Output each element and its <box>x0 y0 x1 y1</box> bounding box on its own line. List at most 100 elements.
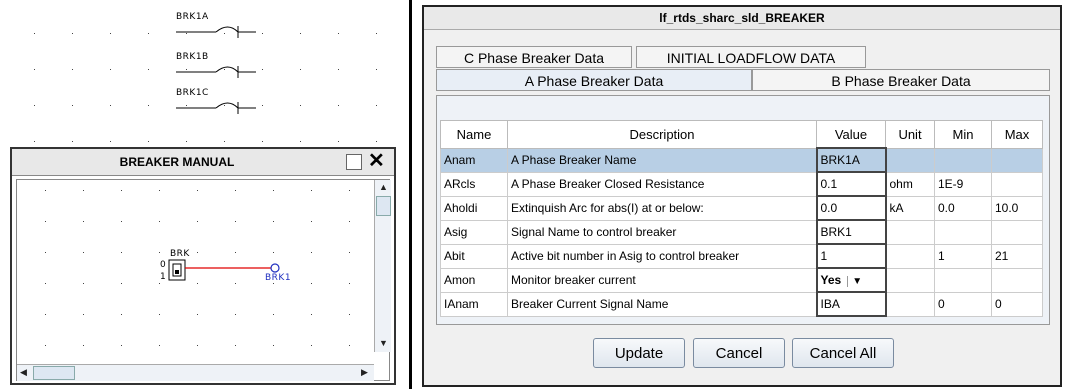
table-row[interactable]: ARcls A Phase Breaker Closed Resistance … <box>440 171 1043 197</box>
breaker-symbol-c[interactable] <box>176 98 256 114</box>
grid-dot <box>159 221 160 222</box>
col-description: Description <box>507 120 817 149</box>
grid-dot <box>235 190 236 191</box>
param-min: 0.0 <box>934 195 992 221</box>
scroll-up-icon[interactable]: ▲ <box>379 182 388 192</box>
grid-dot <box>235 252 236 253</box>
switch-state-0: 0 <box>160 260 167 270</box>
param-unit: kA <box>885 195 935 221</box>
param-name: IAnam <box>440 291 508 317</box>
param-unit <box>885 291 935 317</box>
col-name: Name <box>440 120 508 149</box>
grid-dot <box>72 141 73 142</box>
breaker-symbol-a[interactable] <box>176 22 256 38</box>
scroll-right-icon[interactable]: ▶ <box>361 367 368 378</box>
grid-dot <box>45 252 46 253</box>
param-value-input[interactable]: IBA <box>815 291 887 317</box>
param-max <box>991 267 1043 293</box>
param-name: Aholdi <box>440 195 508 221</box>
grid-dot <box>311 283 312 284</box>
update-button[interactable]: Update <box>593 338 685 368</box>
table-row[interactable]: Asig Signal Name to control breaker BRK1 <box>440 219 1043 245</box>
param-unit <box>885 147 935 173</box>
table-row[interactable]: Aholdi Extinquish Arc for abs(I) at or b… <box>440 195 1043 221</box>
param-value-input[interactable]: BRK1 <box>815 219 887 245</box>
monitor-dropdown[interactable]: Yes ▼ <box>815 267 887 293</box>
tab-b-phase[interactable]: B Phase Breaker Data <box>752 69 1050 91</box>
maximize-icon[interactable] <box>346 154 362 170</box>
tab-a-phase[interactable]: A Phase Breaker Data <box>436 69 752 91</box>
param-name: Anam <box>440 147 508 173</box>
grid-dot <box>83 314 84 315</box>
param-description: Active bit number in Asig to control bre… <box>507 243 817 269</box>
tab-panel: Name Description Value Unit Min Max Anam… <box>436 95 1050 325</box>
grid-dot <box>311 221 312 222</box>
grid-dot <box>311 190 312 191</box>
table-row[interactable]: Abit Active bit number in Asig to contro… <box>440 243 1043 269</box>
vertical-scrollbar[interactable]: ▲ ▼ <box>374 180 391 352</box>
param-unit: ohm <box>885 171 935 197</box>
manual-canvas[interactable]: BRK 0 1 BRK1 ▲ ▼ ◀ ▶ <box>16 179 391 381</box>
grid-dot <box>34 33 35 34</box>
param-min <box>934 147 992 173</box>
grid-dot <box>45 283 46 284</box>
col-value: Value <box>816 120 886 149</box>
tab-c-phase[interactable]: C Phase Breaker Data <box>436 46 632 68</box>
manual-titlebar[interactable]: BREAKER MANUAL ✕ <box>12 149 394 176</box>
grid-dot <box>121 190 122 191</box>
param-name: Amon <box>440 267 508 293</box>
cancel-all-button[interactable]: Cancel All <box>792 338 894 368</box>
grid-dot <box>34 69 35 70</box>
signal-label: BRK1 <box>265 273 292 283</box>
close-icon[interactable]: ✕ <box>368 150 385 172</box>
grid-dot <box>34 105 35 106</box>
grid-dot <box>235 314 236 315</box>
grid-dot <box>338 33 339 34</box>
grid-dot <box>72 69 73 70</box>
grid-dot <box>235 345 236 346</box>
grid-dot <box>45 221 46 222</box>
tab-initial-loadflow[interactable]: INITIAL LOADFLOW DATA <box>636 46 866 68</box>
vertical-thumb[interactable] <box>376 196 391 216</box>
param-value-input[interactable]: BRK1A <box>815 147 887 173</box>
horizontal-thumb[interactable] <box>33 366 75 380</box>
param-description: Signal Name to control breaker <box>507 219 817 245</box>
chevron-down-icon[interactable]: ▼ <box>847 276 862 287</box>
param-max: 21 <box>991 243 1043 269</box>
grid-dot <box>197 345 198 346</box>
scroll-left-icon[interactable]: ◀ <box>20 367 27 378</box>
scroll-down-icon[interactable]: ▼ <box>379 338 388 348</box>
table-row[interactable]: Amon Monitor breaker current Yes ▼ <box>440 267 1043 293</box>
schematic-canvas[interactable]: BRK1A BRK1B BRK1C BREAKER MANUAL ✕ BRK 0… <box>0 0 411 389</box>
grid-dot <box>197 252 198 253</box>
table-row[interactable]: Anam A Phase Breaker Name BRK1A <box>440 147 1043 173</box>
horizontal-scrollbar[interactable]: ◀ ▶ <box>17 364 374 381</box>
grid-dot <box>83 283 84 284</box>
grid-dot <box>224 141 225 142</box>
param-unit <box>885 267 935 293</box>
cancel-button[interactable]: Cancel <box>693 338 785 368</box>
table-row[interactable]: IAnam Breaker Current Signal Name IBA 0 … <box>440 291 1043 317</box>
col-max: Max <box>991 120 1043 149</box>
grid-dot <box>110 69 111 70</box>
grid-dot <box>159 345 160 346</box>
grid-dot <box>83 190 84 191</box>
grid-dot <box>273 252 274 253</box>
param-name: ARcls <box>440 171 508 197</box>
grid-dot <box>311 345 312 346</box>
grid-dot <box>159 314 160 315</box>
param-description: A Phase Breaker Closed Resistance <box>507 171 817 197</box>
breaker-symbol-b[interactable] <box>176 62 256 78</box>
param-value-input[interactable]: 0.1 <box>815 171 887 197</box>
grid-dot <box>197 221 198 222</box>
param-value-input[interactable]: 1 <box>815 243 887 269</box>
grid-dot <box>300 105 301 106</box>
grid-dot <box>376 141 377 142</box>
parameter-table: Name Description Value Unit Min Max Anam… <box>440 120 1043 317</box>
grid-dot <box>300 33 301 34</box>
param-value-input[interactable]: 0.0 <box>815 195 887 221</box>
grid-dot <box>121 221 122 222</box>
col-min: Min <box>934 120 992 149</box>
grid-dot <box>72 105 73 106</box>
grid-dot <box>148 33 149 34</box>
